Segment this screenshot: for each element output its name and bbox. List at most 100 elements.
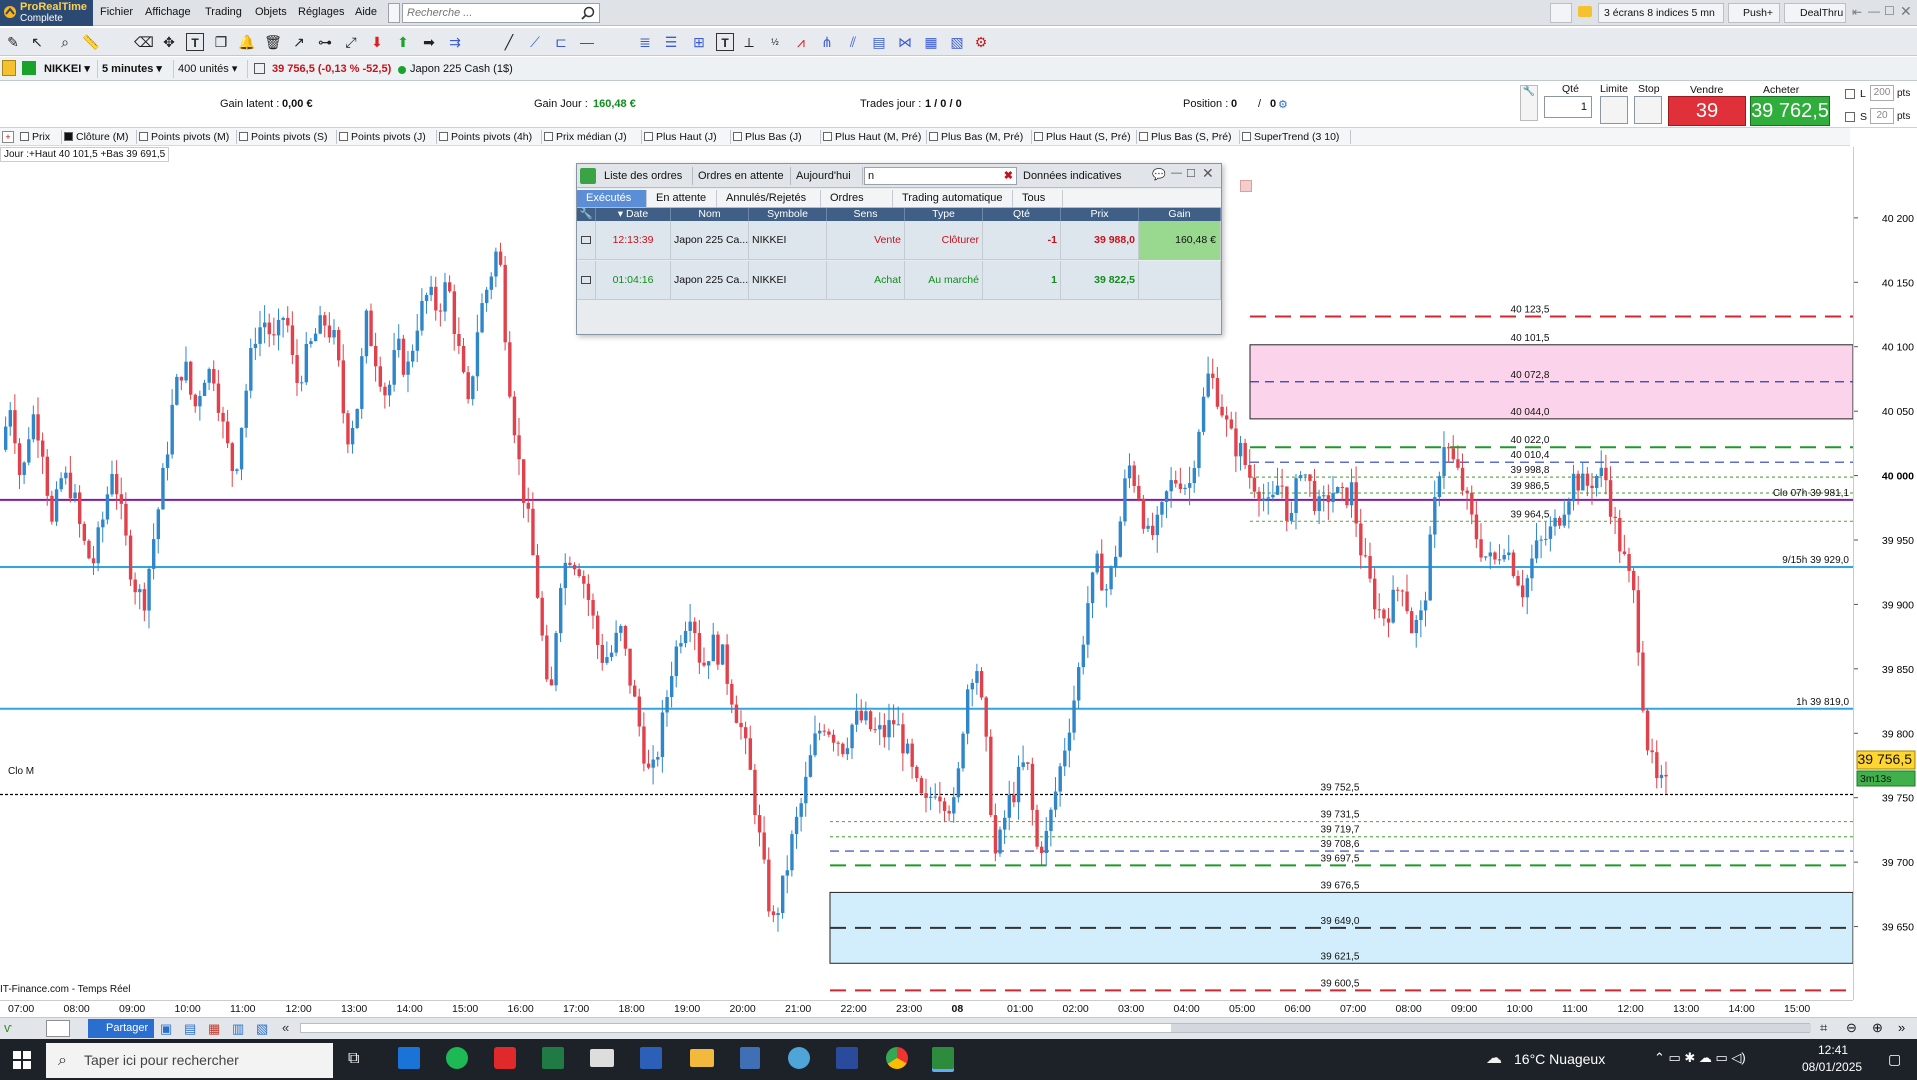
indicator-checkbox[interactable] [1242,132,1251,141]
orders-tab-3[interactable]: Ordres liés [821,190,893,221]
info-bubble-icon[interactable]: 💬 [1152,168,1166,181]
orders-tab-0[interactable]: Exécutés [577,190,647,207]
percent-icon[interactable]: ½ [766,33,784,51]
zoom-out-icon[interactable]: ⊖ [1846,1020,1857,1036]
down-arrow-icon[interactable]: ⬇ [368,33,386,51]
indicator-checkbox[interactable] [544,132,553,141]
qty-input[interactable]: 1 [1544,96,1592,118]
indicator-13[interactable]: SuperTrend (3 10) [1240,130,1351,144]
vscode-app-icon[interactable] [836,1047,858,1069]
col-name[interactable]: Nom [671,208,749,221]
l-checkbox[interactable] [1845,89,1855,99]
notification-icon[interactable] [1578,6,1592,17]
indicator-checkbox[interactable] [439,132,448,141]
order-row[interactable]: 01:04:16 Japon 225 Ca... NIKKEI Achat Au mar… [577,261,1221,300]
indicator-checkbox[interactable] [644,132,653,141]
indicator-0[interactable]: Prix [18,130,62,144]
orders-minimize-icon[interactable]: — [1171,167,1182,179]
indicator-1[interactable]: Clôture (M) [62,130,137,144]
indicator-3[interactable]: Points pivots (S) [237,130,337,144]
col-gain[interactable]: Gain [1139,208,1221,221]
link-icon[interactable]: ⤢ [342,33,360,51]
weather-text[interactable]: 16°C Nuageux [1514,1051,1605,1067]
push-button[interactable]: Push+ [1728,3,1780,23]
horizontal-line-icon[interactable]: — [578,33,596,51]
channel-icon[interactable]: ⇉ [446,33,464,51]
zigzag-icon[interactable]: ⩘ [792,33,810,51]
folder-app-icon[interactable] [690,1049,714,1067]
pencil-icon[interactable]: ✎ [4,33,22,51]
indicator-checkbox[interactable] [139,132,148,141]
broom-bottom-icon[interactable]: ⱱ [4,1020,12,1035]
indicator-checkbox[interactable] [64,132,73,141]
arrow-line-icon[interactable]: ↗ [290,33,308,51]
order-row[interactable]: 12:13:39 Japon 225 Ca... NIKKEI Vente Clôtur… [577,221,1221,260]
col-date[interactable]: ▾ Date [596,208,671,221]
cycle-icon[interactable]: ▧ [948,33,966,51]
time-axis[interactable]: 07:00 08:00 09:00 10:00 11:00 12:00 13:00 14:00… [0,1000,1853,1017]
alert-bell-icon[interactable]: 🔔 [238,33,256,51]
spotify-app-icon[interactable] [446,1047,468,1069]
indicator-10[interactable]: Plus Bas (M, Pré) [927,130,1032,144]
zoom-fit-icon[interactable]: ⌗ [1820,1020,1827,1036]
ruler-icon[interactable]: 📏 [82,33,100,51]
orders-tab-5[interactable]: Tous [1013,190,1063,207]
indicator-11[interactable]: Plus Haut (S, Pré) [1032,130,1137,144]
copy-icon[interactable]: ❐ [212,33,230,51]
crosshair-icon[interactable]: ✥ [160,33,178,51]
col-side[interactable]: Sens [827,208,905,221]
indicator-12[interactable]: Plus Bas (S, Pré) [1137,130,1240,144]
indicator-checkbox[interactable] [733,132,742,141]
store-app-icon[interactable] [398,1047,420,1069]
pending-orders-tab[interactable]: Ordres en attente 1 ✖ [693,167,791,200]
ig-app-icon[interactable] [494,1047,516,1069]
pitchfork-icon[interactable]: ⋔ [818,33,836,51]
orders-filter-input[interactable]: n ✖ [864,167,1017,185]
prorealtime-app-icon[interactable] [932,1047,954,1069]
undock-icon[interactable]: ⇤ [1852,5,1862,19]
indicator-2[interactable]: Points pivots (M) [137,130,237,144]
col-type[interactable]: Type [905,208,983,221]
chart-type-icon[interactable] [22,61,36,75]
period-selector[interactable]: Aujourd'hui ▾ [791,167,863,200]
word-app-icon[interactable] [640,1047,662,1069]
scrollbar-thumb[interactable] [1171,1024,1811,1032]
buy-button[interactable]: 39 762,5 [1750,96,1830,126]
stop-order-button[interactable] [1634,96,1662,124]
layout-selector[interactable]: 3 écrans 8 indices 5 mn [1598,3,1724,23]
orders-close-icon[interactable]: ✕ [1202,165,1214,182]
orders-tab-4[interactable]: Trading automatique [893,190,1013,207]
indicator-checkbox[interactable] [1034,132,1043,141]
col-price[interactable]: Prix [1061,208,1139,221]
paint-app-icon[interactable] [788,1047,810,1069]
explorer-drive-icon[interactable] [590,1049,614,1067]
text-icon[interactable]: T [186,33,204,51]
indicators-icon[interactable]: ▤ [184,1021,196,1037]
segment-icon[interactable]: ⊶ [316,33,334,51]
dealthru-button[interactable]: DealThru [1784,3,1846,23]
scroll-right-icon[interactable]: » [1898,1020,1905,1035]
col-qty[interactable]: Qté [983,208,1061,221]
indicator-8[interactable]: Plus Bas (J) [731,130,821,144]
search-input[interactable] [403,4,573,22]
wrench-icon[interactable]: 🔧 [1520,85,1538,121]
fibonacci-icon[interactable]: ≣ [636,33,654,51]
sell-button[interactable]: 39 753,0 [1668,96,1746,150]
zoom-icon[interactable]: ⌕ [56,33,74,51]
calendar-icon[interactable]: ▦ [208,1021,220,1037]
measure-icon[interactable]: ⟂ [740,33,758,51]
rectangle-tool-icon[interactable]: ⊏ [552,33,570,51]
ray-icon[interactable]: ⟋ [526,33,544,51]
eraser-icon[interactable]: ⌫ [134,33,154,51]
indicator-4[interactable]: Points pivots (J) [337,130,437,144]
price-axis[interactable]: 39 650 39 700 39 750 39 800 39 850 39 900 39 9… [1853,147,1917,1000]
broom-icon[interactable] [1550,3,1572,23]
filter-clear-icon[interactable]: ✖ [1004,168,1013,184]
l-input[interactable]: 200 [1870,85,1894,101]
orders-maximize-icon[interactable]: ☐ [1186,167,1196,180]
menu-aide[interactable]: Aide [355,6,377,18]
tray-icons[interactable]: ⌃ ▭ ✱ ☁ ▭ ◁) [1654,1050,1746,1066]
position-settings-icon[interactable]: ⚙ [1278,98,1288,111]
menu-reglages[interactable]: Réglages [298,6,344,18]
s-checkbox[interactable] [1845,112,1855,122]
